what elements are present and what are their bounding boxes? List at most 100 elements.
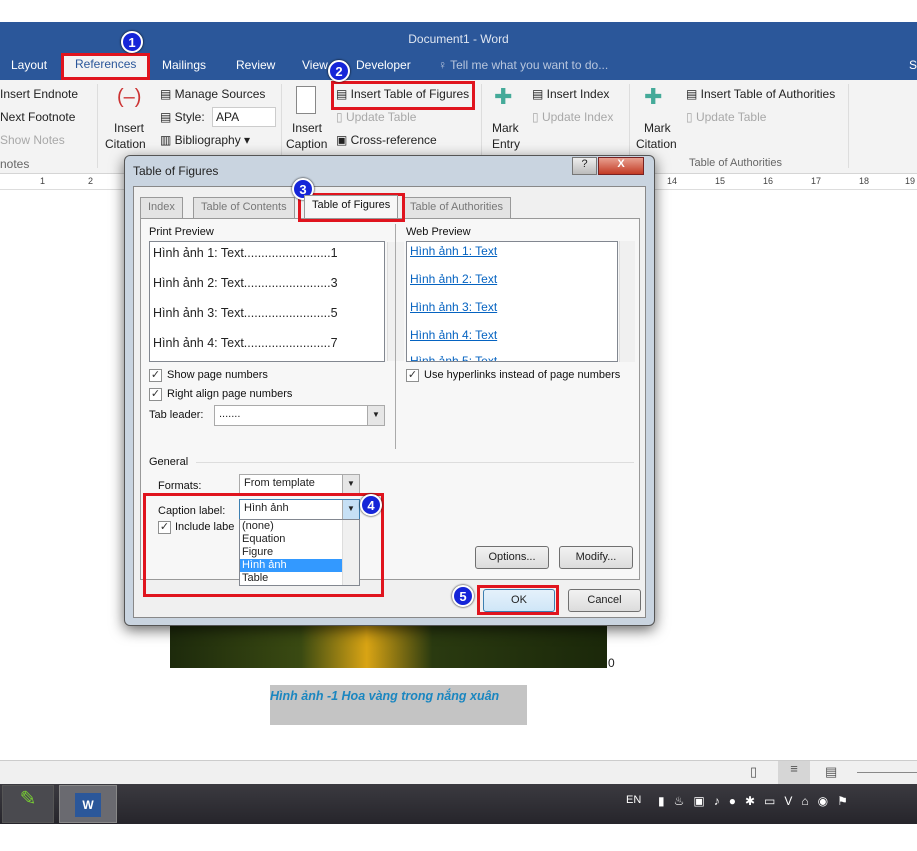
help-button[interactable]: ? <box>572 157 597 175</box>
tab-table-of-authorities[interactable]: Table of Authorities <box>402 197 511 218</box>
show-page-numbers-label: Show page numbers <box>167 369 268 381</box>
tab-view[interactable]: View <box>302 58 328 72</box>
zoom-slider[interactable] <box>857 772 917 773</box>
next-footnote-button[interactable]: Next Footnote <box>0 110 75 124</box>
step-badge: 1 <box>121 31 143 53</box>
insert-toa-button[interactable]: ▤ Insert Table of Authorities <box>686 87 835 101</box>
insert-endnote-button[interactable]: Insert Endnote <box>0 87 78 101</box>
use-hyperlinks-label: Use hyperlinks instead of page numbers <box>424 369 621 381</box>
index-icon: ▤ <box>532 87 547 101</box>
show-notes-button[interactable]: Show Notes <box>0 133 65 147</box>
web-preview-box: Hình ảnh 1: Text Hình ảnh 2: Text Hình ả… <box>406 241 618 362</box>
share-button[interactable]: S <box>909 58 917 72</box>
tab-developer[interactable]: Developer <box>356 58 411 72</box>
lightbulb-icon: ♀ <box>438 58 451 72</box>
insert-citation-icon: (–) <box>117 86 142 108</box>
tab-table-of-contents[interactable]: Table of Contents <box>193 197 295 218</box>
close-button[interactable]: X <box>598 157 644 175</box>
dropdown-arrow-icon: ▼ <box>342 475 359 494</box>
update-toa-label: Update Table <box>695 110 767 124</box>
preview-line: Hình ảnh 1: Text........................… <box>153 246 338 260</box>
formats-value: From template <box>244 477 315 489</box>
print-layout-icon[interactable]: ≡ <box>778 761 810 784</box>
tab-layout[interactable]: Layout <box>11 58 47 72</box>
general-label: General <box>149 456 189 468</box>
cross-reference-icon: ▣ <box>336 133 351 147</box>
update-index-icon: ▯ <box>532 110 542 124</box>
cancel-button[interactable]: Cancel <box>568 589 641 612</box>
insert-index-label: Insert Index <box>546 87 610 101</box>
language-indicator[interactable]: EN <box>626 794 641 806</box>
tray-icons[interactable]: ▮♨▣♪●✱▭V⌂◉⚑ <box>658 794 857 808</box>
use-hyperlinks-checkbox[interactable]: ✓ <box>406 369 419 382</box>
formats-dropdown[interactable]: From template ▼ <box>239 474 360 495</box>
insert-citation-label-2[interactable]: Citation <box>105 137 146 151</box>
web-preview-scrollbar[interactable] <box>619 241 635 362</box>
ruler-tick: 16 <box>763 176 774 186</box>
print-preview-label: Print Preview <box>149 226 214 238</box>
tell-me-box[interactable]: ♀ Tell me what you want to do... <box>438 58 608 72</box>
footnotes-group-label: notes <box>0 157 30 171</box>
preview-line: Hình ảnh 4: Text........................… <box>153 336 338 350</box>
insert-caption-label-1[interactable]: Insert <box>292 121 322 135</box>
taskbar: ✎ W EN ▮♨▣♪●✱▭V⌂◉⚑ <box>0 784 917 824</box>
mark-citation-label-2[interactable]: Citation <box>636 137 677 151</box>
tell-me-text: Tell me what you want to do... <box>450 58 609 72</box>
update-index-button[interactable]: ▯ Update Index <box>532 110 613 124</box>
highlight-ok <box>477 585 559 615</box>
tab-review[interactable]: Review <box>236 58 275 72</box>
modify-button[interactable]: Modify... <box>559 546 633 569</box>
mark-entry-icon: ✚ <box>494 84 513 109</box>
figure-caption[interactable]: Hình ảnh -1 Hoa vàng trong nắng xuân <box>270 685 527 725</box>
mark-entry-label-2[interactable]: Entry <box>492 137 520 151</box>
tab-mailings[interactable]: Mailings <box>162 58 206 72</box>
style-dropdown[interactable]: APA <box>212 107 276 127</box>
show-page-numbers-checkbox[interactable]: ✓ <box>149 369 162 382</box>
update-table-button[interactable]: ▯ Update Table <box>336 110 416 124</box>
insert-citation-label-1[interactable]: Insert <box>114 121 144 135</box>
web-preview-link: Hình ảnh 2: Text <box>410 272 498 286</box>
toa-icon: ▤ <box>686 87 701 101</box>
caption-list-scrollbar[interactable] <box>342 520 359 585</box>
cross-reference-button[interactable]: ▣ Cross-reference <box>336 133 437 147</box>
tab-index[interactable]: Index <box>140 197 183 218</box>
update-index-label: Update Index <box>541 110 614 124</box>
update-table-label: Update Table <box>345 110 417 124</box>
insert-toa-label: Insert Table of Authorities <box>700 87 836 101</box>
web-preview-link: Hình ảnh 3: Text <box>410 300 498 314</box>
highlight-references <box>61 53 150 80</box>
bibliography-button[interactable]: ▥ Bibliography ▾ <box>160 133 250 147</box>
style-label-text: Style: <box>174 110 205 124</box>
tab-table-of-figures[interactable]: Table of Figures <box>304 195 399 218</box>
mark-entry-label-1[interactable]: Mark <box>492 121 519 135</box>
insert-caption-label-2[interactable]: Caption <box>286 137 327 151</box>
web-layout-icon[interactable]: ▤ <box>825 764 837 780</box>
tab-leader-dropdown[interactable]: ....... ▼ <box>214 405 385 426</box>
right-align-checkbox[interactable]: ✓ <box>149 388 162 401</box>
caption-option-selected[interactable]: Hình ảnh <box>240 559 342 572</box>
word-taskbar-button[interactable]: W <box>59 785 117 823</box>
cross-reference-label: Cross-reference <box>350 133 437 147</box>
style-icon: ▤ <box>160 110 175 124</box>
word-icon: W <box>75 793 101 817</box>
update-toa-button[interactable]: ▯ Update Table <box>686 110 766 124</box>
manage-sources-button[interactable]: ▤ Manage Sources <box>160 87 265 101</box>
read-mode-icon[interactable]: ▯ <box>750 764 757 780</box>
update-toa-icon: ▯ <box>686 110 696 124</box>
options-button[interactable]: Options... <box>475 546 549 569</box>
web-preview-link: Hình ảnh 5: Text <box>410 354 498 362</box>
mark-citation-label-1[interactable]: Mark <box>644 121 671 135</box>
insert-index-button[interactable]: ▤ Insert Index <box>532 87 609 101</box>
dropdown-arrow-icon: ▼ <box>367 406 384 425</box>
update-icon: ▯ <box>336 110 346 124</box>
notepad-plus-icon[interactable]: ✎ <box>2 785 54 823</box>
print-preview-box: Hình ảnh 1: Text........................… <box>149 241 404 362</box>
caption-label-list[interactable]: (none) Equation Figure Hình ảnh Table <box>239 519 360 586</box>
web-preview-link: Hình ảnh 4: Text <box>410 328 498 342</box>
style-label: ▤ Style: <box>160 110 205 124</box>
preview-line: Hình ảnh 2: Text........................… <box>153 276 338 290</box>
step-badge: 4 <box>360 494 382 516</box>
ruler-tick: 15 <box>715 176 726 186</box>
ruler-tick: 1 <box>40 176 46 186</box>
insert-caption-icon <box>296 86 316 114</box>
